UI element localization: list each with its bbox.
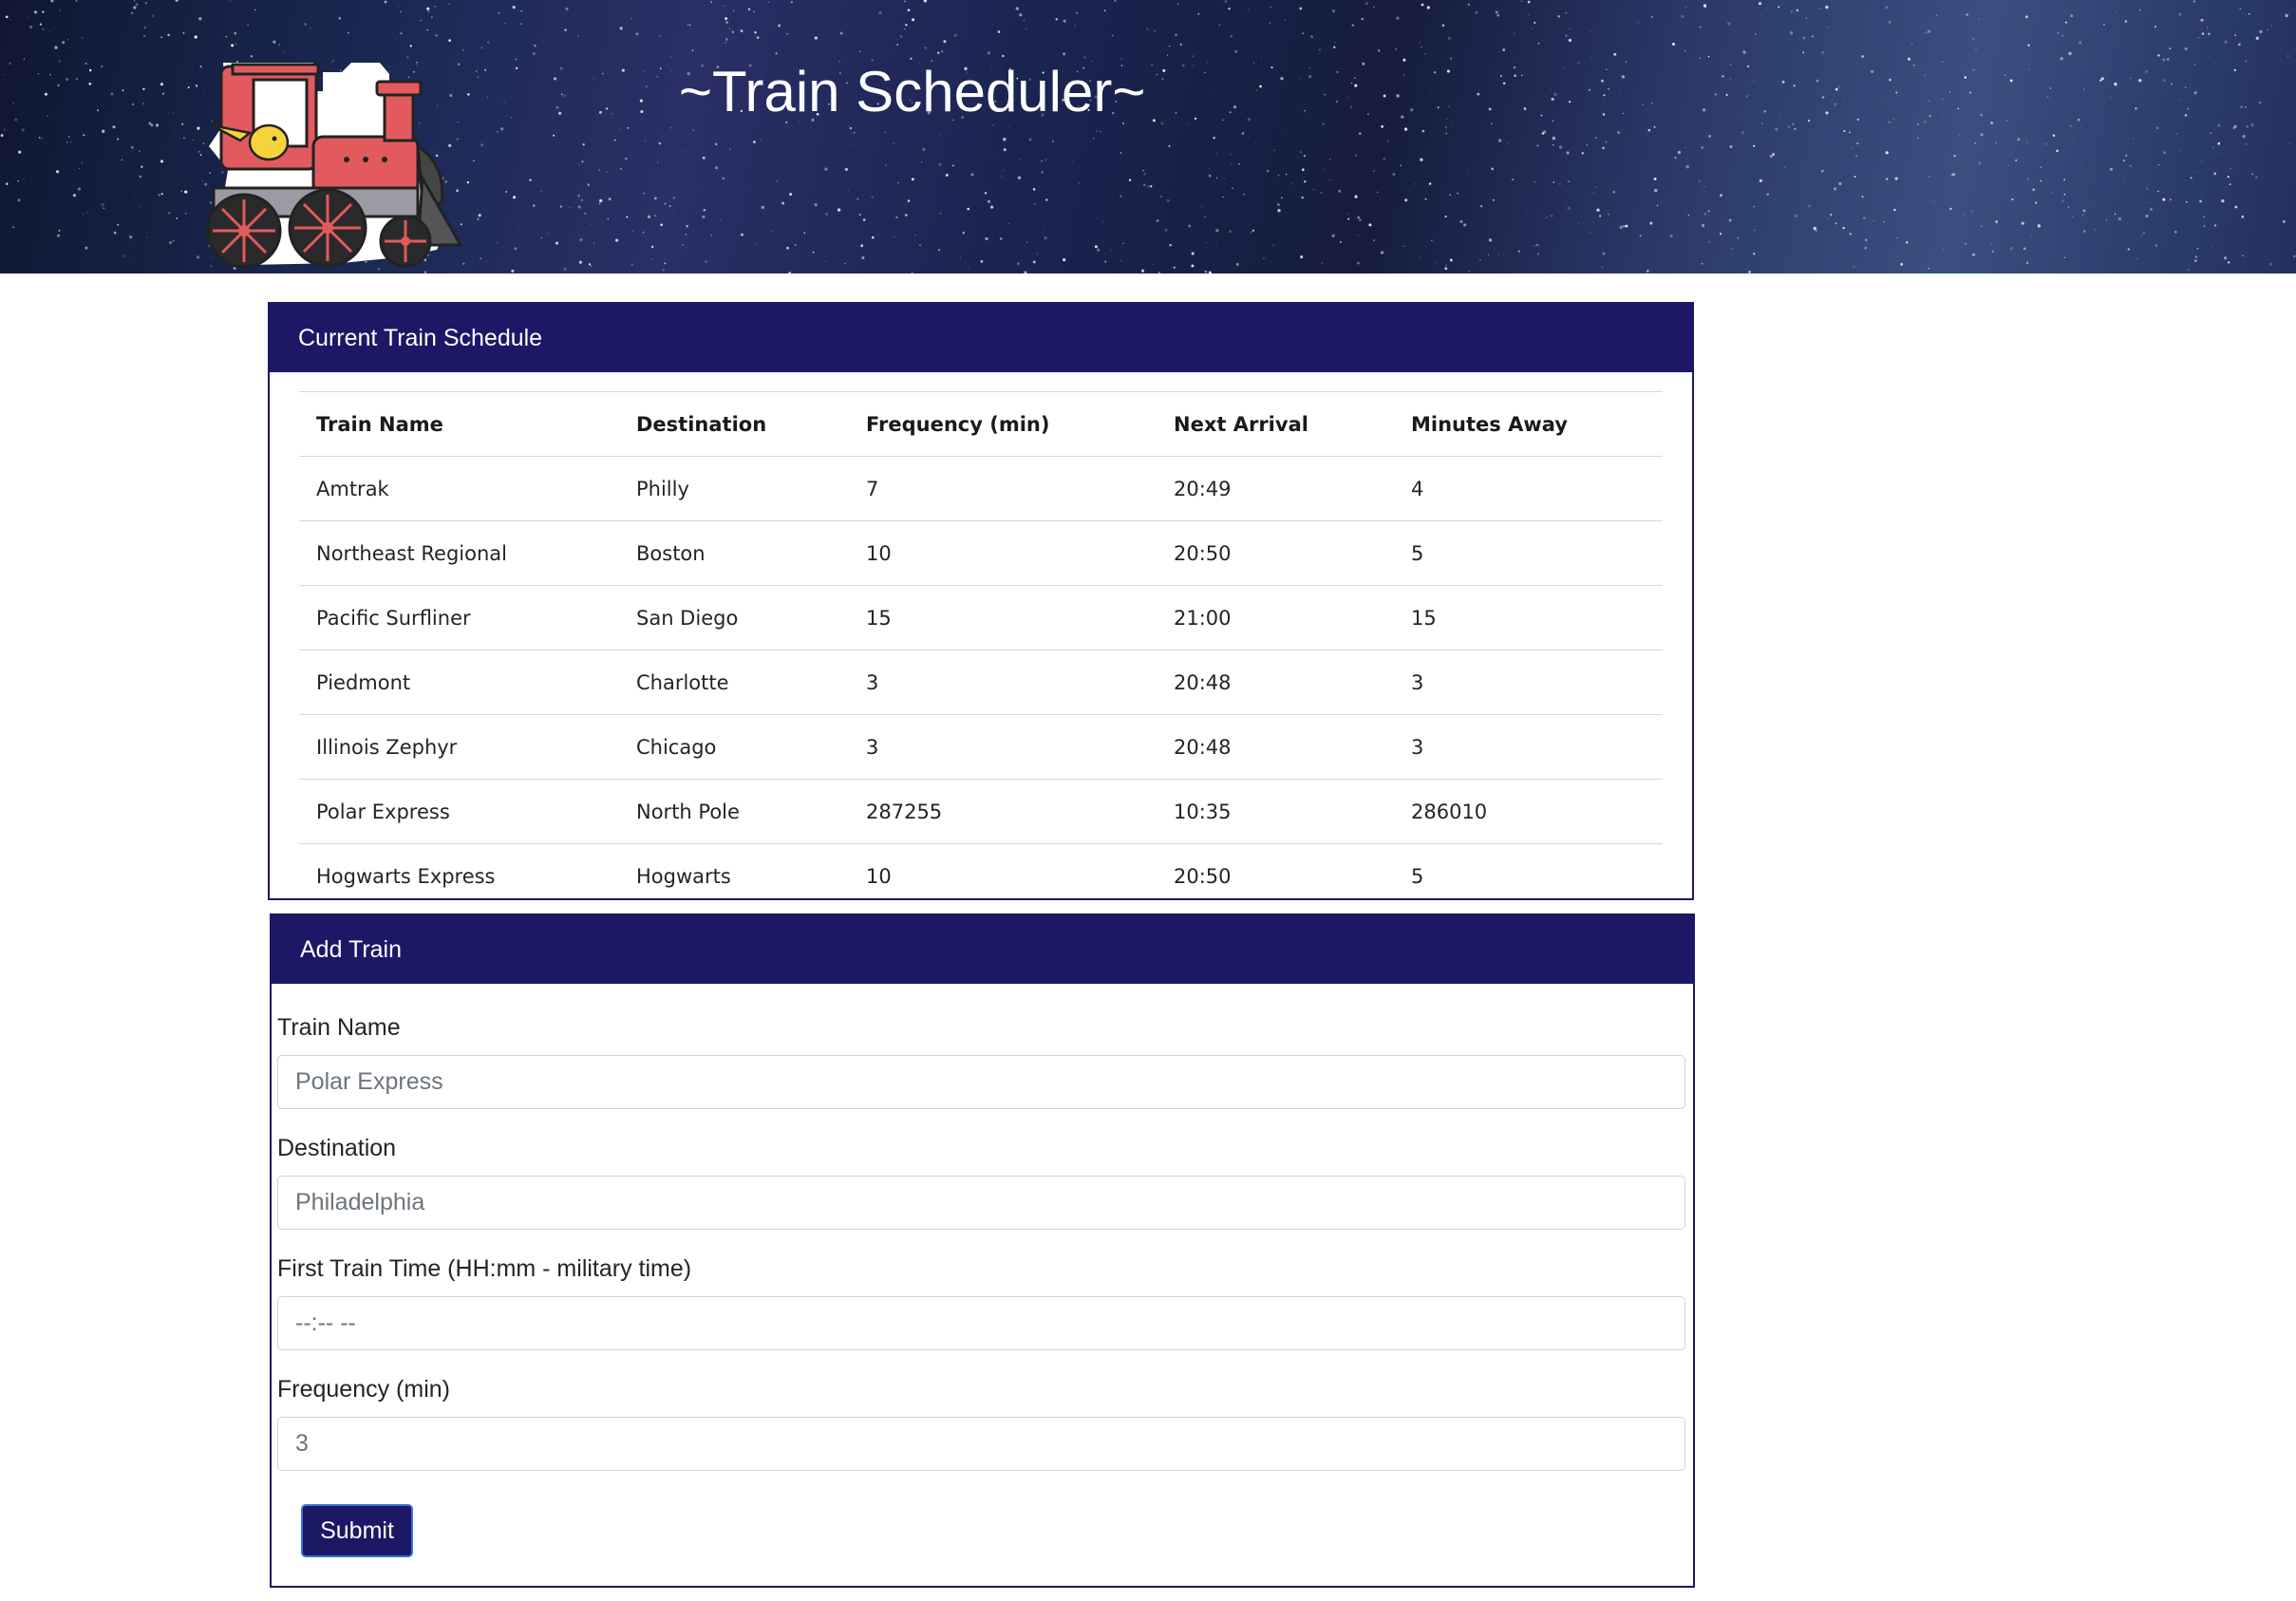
- destination-label: Destination: [277, 1135, 397, 1161]
- table-row: Hogwarts Express Hogwarts 10 20:50 5: [299, 843, 1663, 898]
- cell-next-arrival: 10:35: [1157, 779, 1394, 844]
- cell-train-name: Piedmont: [299, 650, 619, 715]
- table-row: Northeast Regional Boston 10 20:50 5: [299, 520, 1663, 586]
- cell-destination: Philly: [619, 456, 849, 521]
- cell-minutes-away: 3: [1394, 714, 1663, 780]
- cell-minutes-away: 4: [1394, 456, 1663, 521]
- schedule-panel-title: Current Train Schedule: [270, 304, 1692, 372]
- column-header-minutes-away: Minutes Away: [1394, 391, 1663, 457]
- column-header-next-arrival: Next Arrival: [1157, 391, 1394, 457]
- cell-next-arrival: 20:49: [1157, 456, 1394, 521]
- table-header-row: Train Name Destination Frequency (min) N…: [299, 391, 1663, 457]
- frequency-input[interactable]: [277, 1417, 1685, 1471]
- cell-destination: Hogwarts: [619, 843, 849, 898]
- schedule-table: Train Name Destination Frequency (min) N…: [299, 391, 1663, 898]
- table-row: Illinois Zephyr Chicago 3 20:48 3: [299, 714, 1663, 780]
- train-logo: [206, 63, 463, 269]
- cell-next-arrival: 20:48: [1157, 650, 1394, 715]
- column-header-destination: Destination: [619, 391, 849, 457]
- cell-train-name: Illinois Zephyr: [299, 714, 619, 780]
- cell-frequency: 3: [849, 714, 1157, 780]
- cell-destination: Chicago: [619, 714, 849, 780]
- cell-frequency: 10: [849, 843, 1157, 898]
- cell-destination: North Pole: [619, 779, 849, 844]
- first-train-time-label: First Train Time (HH:mm - military time): [277, 1255, 692, 1282]
- submit-button[interactable]: Submit: [301, 1504, 413, 1557]
- cell-next-arrival: 20:50: [1157, 520, 1394, 586]
- cell-destination: Boston: [619, 520, 849, 586]
- cell-frequency: 15: [849, 585, 1157, 650]
- cell-train-name: Pacific Surfliner: [299, 585, 619, 650]
- cell-train-name: Amtrak: [299, 456, 619, 521]
- cell-minutes-away: 286010: [1394, 779, 1663, 844]
- cell-train-name: Hogwarts Express: [299, 843, 619, 898]
- column-header-frequency: Frequency (min): [849, 391, 1157, 457]
- cell-frequency: 287255: [849, 779, 1157, 844]
- schedule-panel: Current Train Schedule Train Name Destin…: [268, 302, 1694, 900]
- cell-minutes-away: 5: [1394, 520, 1663, 586]
- table-row: Pacific Surfliner San Diego 15 21:00 15: [299, 585, 1663, 650]
- cell-destination: Charlotte: [619, 650, 849, 715]
- train-name-label: Train Name: [277, 1014, 401, 1041]
- destination-input[interactable]: [277, 1176, 1685, 1230]
- add-train-panel-title: Add Train: [272, 915, 1693, 984]
- cell-train-name: Polar Express: [299, 779, 619, 844]
- add-train-form: Train Name Destination First Train Time …: [272, 984, 1693, 1471]
- cell-next-arrival: 21:00: [1157, 585, 1394, 650]
- cell-minutes-away: 3: [1394, 650, 1663, 715]
- cell-minutes-away: 5: [1394, 843, 1663, 898]
- cell-frequency: 7: [849, 456, 1157, 521]
- header-banner: ~Train Scheduler~: [0, 0, 2296, 273]
- table-row: Piedmont Charlotte 3 20:48 3: [299, 650, 1663, 715]
- cell-destination: San Diego: [619, 585, 849, 650]
- table-row: Polar Express North Pole 287255 10:35 28…: [299, 779, 1663, 844]
- cell-next-arrival: 20:50: [1157, 843, 1394, 898]
- first-train-time-input[interactable]: [277, 1296, 1685, 1350]
- frequency-label: Frequency (min): [277, 1376, 450, 1403]
- cell-next-arrival: 20:48: [1157, 714, 1394, 780]
- cell-frequency: 3: [849, 650, 1157, 715]
- cell-train-name: Northeast Regional: [299, 520, 619, 586]
- table-row: Amtrak Philly 7 20:49 4: [299, 456, 1663, 521]
- add-train-panel: Add Train Train Name Destination First T…: [270, 914, 1695, 1588]
- cell-frequency: 10: [849, 520, 1157, 586]
- cell-minutes-away: 15: [1394, 585, 1663, 650]
- train-name-input[interactable]: [277, 1055, 1685, 1109]
- column-header-train-name: Train Name: [299, 391, 619, 457]
- page-title: ~Train Scheduler~: [679, 60, 1146, 123]
